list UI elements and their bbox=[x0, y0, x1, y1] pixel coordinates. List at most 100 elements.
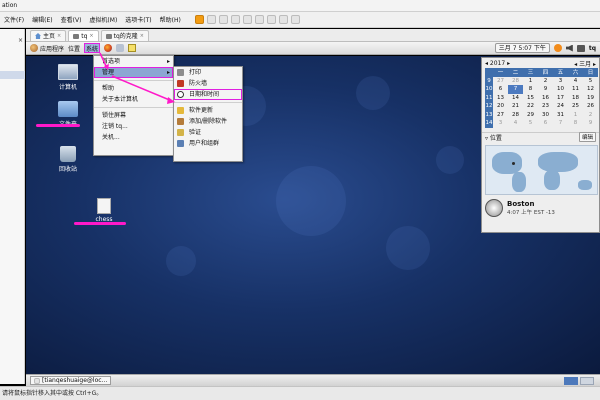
close-icon[interactable]: × bbox=[140, 31, 144, 42]
network-icon[interactable] bbox=[576, 44, 585, 52]
calendar-day[interactable]: 15 bbox=[523, 94, 538, 103]
revert-snapshot-icon[interactable] bbox=[230, 15, 240, 24]
menu-vm[interactable]: 虚拟机(M) bbox=[89, 15, 117, 24]
taskbar-window-button[interactable]: [tianqeshuaige@loc... bbox=[30, 376, 112, 385]
user-name[interactable]: tq bbox=[589, 45, 596, 52]
system-menu-button[interactable]: 系统 bbox=[84, 43, 101, 53]
desktop-trash[interactable]: 回收站 bbox=[48, 146, 88, 173]
volume-icon[interactable] bbox=[565, 44, 573, 52]
calendar-day[interactable]: 9 bbox=[583, 119, 598, 128]
calendar-day[interactable]: 21 bbox=[508, 102, 523, 111]
menu-view[interactable]: 查看(V) bbox=[61, 15, 82, 24]
calendar-day[interactable]: 31 bbox=[553, 111, 568, 120]
menu-item-firewall[interactable]: 防火墙 bbox=[174, 78, 242, 89]
send-keys-icon[interactable] bbox=[206, 15, 216, 24]
calendar-day-today[interactable]: 7 bbox=[508, 85, 523, 94]
console-view-icon[interactable] bbox=[278, 15, 288, 24]
calendar-day[interactable]: 1 bbox=[523, 77, 538, 86]
stretch-icon[interactable] bbox=[290, 15, 300, 24]
calendar-day[interactable]: 1 bbox=[568, 111, 583, 120]
places-menu[interactable]: 位置 bbox=[68, 44, 80, 53]
menu-edit[interactable]: 编辑(E) bbox=[32, 15, 52, 24]
calendar-day[interactable]: 27 bbox=[493, 111, 508, 120]
year-selector[interactable]: ◂ 2017 ▸ bbox=[485, 60, 510, 67]
calendar-day[interactable]: 20 bbox=[493, 102, 508, 111]
menu-item-help[interactable]: 帮助 bbox=[94, 83, 173, 94]
applications-menu[interactable]: 应用程序 bbox=[30, 44, 64, 53]
calendar-day[interactable]: 19 bbox=[583, 94, 598, 103]
calendar-day[interactable]: 7 bbox=[553, 119, 568, 128]
calendar-day[interactable]: 24 bbox=[553, 102, 568, 111]
menu-item-add-remove-software[interactable]: 添加/删除软件 bbox=[174, 116, 242, 127]
calendar-day[interactable]: 27 bbox=[493, 77, 508, 86]
close-icon[interactable]: × bbox=[89, 31, 93, 42]
firefox-icon[interactable] bbox=[104, 44, 113, 52]
close-icon[interactable]: × bbox=[57, 31, 61, 42]
calendar-day[interactable]: 5 bbox=[583, 77, 598, 86]
calendar-day[interactable]: 6 bbox=[493, 85, 508, 94]
desktop-computer[interactable]: 计算机 bbox=[48, 64, 88, 91]
calendar-day[interactable]: 16 bbox=[538, 94, 553, 103]
menu-item-lock-screen[interactable]: 锁住屏幕 bbox=[94, 110, 173, 121]
library-close-icon[interactable]: × bbox=[18, 37, 23, 44]
date-button[interactable]: 三月 7 5:07 下午 bbox=[494, 43, 550, 53]
menu-item-authentication[interactable]: 验证 bbox=[174, 127, 242, 138]
menu-item-preferences[interactable]: 首选项 ▸ bbox=[94, 56, 173, 67]
fullscreen-icon[interactable] bbox=[254, 15, 264, 24]
calendar-day[interactable]: 8 bbox=[523, 85, 538, 94]
calendar-day[interactable]: 10 bbox=[553, 85, 568, 94]
menu-file[interactable]: 文件(F) bbox=[4, 15, 24, 24]
locations-expander[interactable]: ▿ 位置 bbox=[485, 133, 502, 142]
calendar-day[interactable]: 26 bbox=[583, 102, 598, 111]
menu-item-printing[interactable]: 打印 bbox=[174, 67, 242, 78]
calendar-day[interactable]: 23 bbox=[538, 102, 553, 111]
unity-icon[interactable] bbox=[266, 15, 276, 24]
pause-icon[interactable] bbox=[194, 15, 204, 24]
calendar-day[interactable]: 29 bbox=[523, 111, 538, 120]
calendar-day[interactable]: 28 bbox=[508, 111, 523, 120]
calendar-day[interactable]: 2 bbox=[583, 111, 598, 120]
calendar-day[interactable]: 30 bbox=[538, 111, 553, 120]
menu-help[interactable]: 帮助(H) bbox=[160, 15, 181, 24]
location-row[interactable]: Boston 4:07 上午 EST -13 bbox=[482, 195, 599, 217]
menu-item-administration[interactable]: 管理 ▸ bbox=[94, 67, 173, 78]
workspace-1[interactable] bbox=[564, 377, 578, 385]
library-selected-item[interactable] bbox=[0, 71, 25, 79]
calendar-day[interactable]: 2 bbox=[538, 77, 553, 86]
calendar-day[interactable]: 4 bbox=[568, 77, 583, 86]
calendar-day[interactable]: 3 bbox=[553, 77, 568, 86]
calendar-day[interactable]: 17 bbox=[553, 94, 568, 103]
menu-item-software-update[interactable]: 软件更新 bbox=[174, 105, 242, 116]
calendar-day[interactable]: 8 bbox=[568, 119, 583, 128]
calendar-day[interactable]: 22 bbox=[523, 102, 538, 111]
calendar-day[interactable]: 5 bbox=[523, 119, 538, 128]
tab-tq[interactable]: tq × bbox=[68, 30, 99, 42]
calendar-day[interactable]: 4 bbox=[508, 119, 523, 128]
edit-locations-button[interactable]: 编辑 bbox=[578, 132, 596, 142]
calendar-day[interactable]: 18 bbox=[568, 94, 583, 103]
weather-icon[interactable] bbox=[553, 44, 562, 52]
calendar-day[interactable]: 25 bbox=[568, 102, 583, 111]
calendar-day[interactable]: 12 bbox=[583, 85, 598, 94]
calendar-day[interactable]: 6 bbox=[538, 119, 553, 128]
menu-item-about[interactable]: 关于本计算机 bbox=[94, 94, 173, 105]
snapshot-icon[interactable] bbox=[218, 15, 228, 24]
tab-home[interactable]: 主页 × bbox=[30, 30, 67, 42]
snapshot-manager-icon[interactable] bbox=[242, 15, 252, 24]
menu-item-logout[interactable]: 注销 tq... bbox=[94, 121, 173, 132]
notes-icon[interactable] bbox=[128, 44, 137, 52]
calendar-day[interactable]: 14 bbox=[508, 94, 523, 103]
tab-tq-clone[interactable]: tq的克隆 × bbox=[100, 30, 149, 42]
menu-item-users-groups[interactable]: 用户和组群 bbox=[174, 138, 242, 149]
calendar-day[interactable]: 11 bbox=[568, 85, 583, 94]
menu-item-shutdown[interactable]: 关机... bbox=[94, 132, 173, 143]
month-selector[interactable]: ◂ 三月 ▸ bbox=[574, 59, 596, 68]
calendar-day[interactable]: 3 bbox=[493, 119, 508, 128]
calendar-day[interactable]: 28 bbox=[508, 77, 523, 86]
menu-tabs[interactable]: 选项卡(T) bbox=[125, 15, 151, 24]
mail-icon[interactable] bbox=[116, 44, 125, 52]
workspace-2[interactable] bbox=[580, 377, 594, 385]
desktop-file[interactable]: chess bbox=[84, 198, 124, 223]
menu-item-date-time[interactable]: 日期和时间 bbox=[174, 89, 242, 100]
calendar-day[interactable]: 9 bbox=[538, 85, 553, 94]
